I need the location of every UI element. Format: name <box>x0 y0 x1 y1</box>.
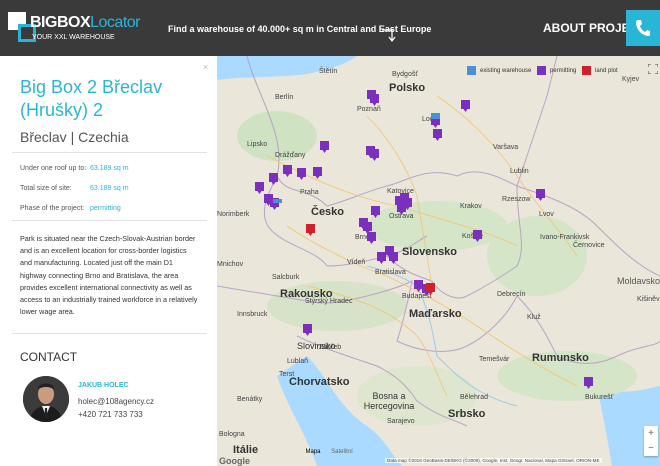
legend-swatch-existing <box>467 66 476 75</box>
legend-label: existing warehouse <box>480 68 532 74</box>
marker-existing <box>273 199 282 203</box>
arrow-down-right-icon <box>382 29 396 42</box>
marker-land-plot <box>306 224 315 236</box>
logo-title-part2: Locator <box>90 14 140 31</box>
marker-permitting <box>303 324 312 336</box>
marker-permitting <box>370 94 379 106</box>
property-label: Total size of site: <box>20 185 72 192</box>
divider <box>12 152 207 153</box>
logo[interactable]: BIGBOXLocator YOUR XXL WAREHOUSE <box>8 8 158 48</box>
contact-phone-link[interactable]: +420 721 733 733 <box>78 410 143 419</box>
contact-heading: CONTACT <box>20 350 78 364</box>
contact-photo <box>23 376 69 422</box>
property-value: 63.189 sq m <box>90 185 129 192</box>
marker-permitting <box>536 189 545 201</box>
marker-permitting <box>283 165 292 177</box>
property-row: Under one roof up to: 63.189 sq m <box>20 163 210 183</box>
warehouse-description: Park is situated near the Czech-Slovak-A… <box>20 234 198 317</box>
marker-permitting <box>584 377 593 389</box>
legend-label: land plot <box>595 68 618 74</box>
map-type-map-button[interactable]: Mapa <box>299 444 327 461</box>
zoom-in-button[interactable]: + <box>644 426 658 441</box>
phone-button[interactable] <box>626 10 660 46</box>
divider <box>12 333 207 334</box>
marker-permitting <box>313 167 322 179</box>
contact-name: JAKUB HOLEC <box>78 382 129 389</box>
contact-email-link[interactable]: holec@108agency.cz <box>78 397 154 406</box>
property-value: 63.189 sq m <box>90 165 129 172</box>
legend-label: permitting <box>550 68 577 74</box>
close-panel-button[interactable]: × <box>203 62 208 72</box>
map-attribution: Data map ©2018 GeoBasis-DE/BKG (©2009), … <box>385 458 602 463</box>
marker-permitting <box>414 280 423 292</box>
phone-icon <box>636 20 650 36</box>
zoom-out-button[interactable]: − <box>644 441 658 456</box>
fullscreen-icon[interactable] <box>648 64 658 74</box>
warehouse-detail-panel: × Big Box 2 Břeclav (Hrušky) 2 Břeclav |… <box>0 56 217 466</box>
property-row: Total size of site: 63.189 sq m <box>20 183 210 203</box>
property-label: Phase of the project: <box>20 205 85 212</box>
avatar <box>23 376 69 422</box>
zoom-control: + − <box>644 426 658 456</box>
legend-swatch-land-plot <box>582 66 591 75</box>
warehouse-location: Břeclav | Czechia <box>20 129 129 145</box>
map-type-satellite-button[interactable]: Satelitní <box>327 444 357 461</box>
property-value: permitting <box>90 205 121 212</box>
properties-list: Under one roof up to: 63.189 sq m Total … <box>20 163 210 223</box>
marker-permitting <box>297 168 306 180</box>
legend-swatch-permitting <box>537 66 546 75</box>
divider <box>12 220 207 221</box>
marker-existing <box>431 113 440 119</box>
property-label: Under one roof up to: <box>20 165 87 172</box>
marker-permitting <box>389 252 398 264</box>
top-bar: BIGBOXLocator YOUR XXL WAREHOUSE Find a … <box>0 0 660 56</box>
marker-permitting <box>473 230 482 242</box>
google-logo: Google <box>219 456 250 466</box>
marker-permitting <box>461 100 470 112</box>
warehouse-markers <box>255 90 593 389</box>
logo-title: BIGBOXLocator <box>30 14 140 32</box>
marker-permitting <box>255 182 264 194</box>
marker-permitting <box>371 206 380 218</box>
marker-permitting <box>433 129 442 141</box>
marker-permitting <box>397 203 406 215</box>
map-canvas[interactable]: Polsko Česko Slovensko Rakousko Maďarsko… <box>217 56 660 466</box>
marker-permitting <box>269 173 278 185</box>
marker-permitting <box>377 252 386 264</box>
warehouse-title: Big Box 2 Břeclav (Hrušky) 2 <box>20 77 163 120</box>
marker-permitting <box>367 232 376 244</box>
logo-title-part1: BIGBOX <box>30 14 91 31</box>
marker-permitting <box>370 149 379 161</box>
marker-permitting <box>320 141 329 153</box>
logo-subtitle: YOUR XXL WAREHOUSE <box>32 34 115 41</box>
